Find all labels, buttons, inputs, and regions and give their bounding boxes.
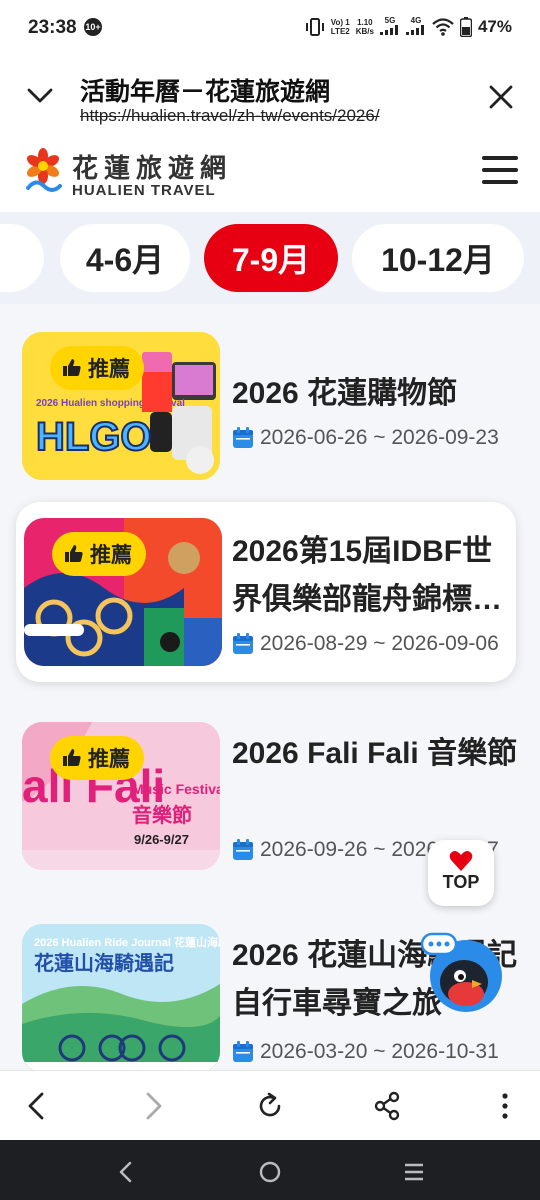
heart-icon bbox=[449, 851, 473, 871]
volte-indicator: Vo) 1 LTE2 bbox=[330, 17, 350, 36]
svg-text:HLGO: HLGO bbox=[36, 415, 152, 459]
wifi-icon bbox=[432, 17, 454, 36]
calendar-icon bbox=[233, 1041, 253, 1062]
page-url[interactable]: https://hualien.travel/zh-tw/events/2026… bbox=[80, 106, 380, 126]
site-name-zh[interactable]: 花蓮旅遊網 bbox=[72, 148, 232, 185]
battery-icon bbox=[459, 16, 472, 37]
hamburger-menu-icon[interactable] bbox=[482, 156, 518, 186]
system-nav-bar bbox=[0, 1140, 540, 1200]
event-title[interactable]: 2026第15屆IDBF世界俱樂部龍舟錦標… bbox=[232, 528, 512, 624]
svg-text:9/26-9/27: 9/26-9/27 bbox=[134, 832, 189, 847]
network-speed: 1.10 KB/s bbox=[355, 17, 374, 36]
site-header: 花蓮旅遊網 HUALIEN TRAVEL bbox=[0, 130, 540, 212]
calendar-icon bbox=[233, 839, 253, 860]
tab-10-12[interactable]: 10-12月 bbox=[352, 224, 524, 292]
status-bar: 23:38 10+ Vo) 1 LTE2 1.10 KB/s 5G 4G 47% bbox=[0, 0, 540, 58]
nav-home-icon[interactable] bbox=[258, 1160, 282, 1184]
quarter-tabs: 月 4-6月 7-9月 10-12月 bbox=[0, 212, 540, 304]
back-to-top-button[interactable]: TOP bbox=[428, 840, 494, 906]
page-title: 活動年曆－花蓮旅遊網 bbox=[80, 78, 331, 106]
thumb-caption: 2026 Hualien Ride Journal 花蓮山海騎遇記 bbox=[34, 935, 220, 949]
event-card[interactable]: 2026 Hualien shopping Festival HLGO 推薦 2… bbox=[0, 328, 540, 488]
signal-4g-icon: 4G bbox=[405, 16, 426, 37]
hualien-logo-icon[interactable] bbox=[22, 148, 64, 196]
thumbs-up-icon bbox=[65, 545, 83, 562]
event-thumbnail[interactable]: 推薦 bbox=[24, 518, 222, 666]
thumbs-up-icon bbox=[63, 749, 81, 766]
chevron-down-icon[interactable] bbox=[26, 84, 54, 106]
event-thumbnail[interactable]: 2026 Hualien Ride Journal 花蓮山海騎遇記 花蓮山海騎遇… bbox=[22, 924, 220, 1070]
chatbot-bird-icon[interactable] bbox=[420, 932, 504, 1016]
tab-1-3[interactable]: 月 bbox=[0, 224, 44, 292]
recommend-badge: 推薦 bbox=[50, 346, 144, 390]
signal-5g-icon: 5G bbox=[379, 16, 400, 37]
chevron-right-icon[interactable] bbox=[138, 1091, 168, 1121]
event-title[interactable]: 2026 Fali Fali 音樂節 bbox=[232, 730, 532, 778]
event-title[interactable]: 2026 花蓮購物節 bbox=[232, 370, 532, 418]
calendar-icon bbox=[233, 633, 253, 654]
status-time: 23:38 bbox=[28, 17, 77, 38]
close-icon[interactable] bbox=[488, 84, 514, 110]
chevron-left-icon[interactable] bbox=[22, 1091, 52, 1121]
recommend-badge: 推薦 bbox=[50, 736, 144, 780]
event-date: 2026-08-29 ~ 2026-09-06 bbox=[232, 632, 499, 656]
ride-journal-image: 2026 Hualien Ride Journal 花蓮山海騎遇記 花蓮山海騎遇… bbox=[22, 924, 220, 1070]
site-name-en[interactable]: HUALIEN TRAVEL bbox=[72, 182, 216, 199]
event-date: 2026-03-20 ~ 2026-10-31 bbox=[232, 1040, 499, 1064]
vibrate-icon bbox=[305, 17, 324, 36]
calendar-icon bbox=[233, 427, 253, 448]
more-vertical-icon[interactable] bbox=[490, 1091, 520, 1121]
thumbs-up-icon bbox=[63, 359, 81, 376]
nav-recents-icon[interactable] bbox=[402, 1160, 426, 1184]
notification-count-badge: 10+ bbox=[84, 18, 102, 36]
event-thumbnail[interactable]: ali Fali Music Festival 音樂節 9/26-9/27 音樂… bbox=[22, 722, 220, 870]
event-date: 2026-06-26 ~ 2026-09-23 bbox=[232, 426, 499, 450]
browser-title-bar: 活動年曆－花蓮旅遊網 https://hualien.travel/zh-tw/… bbox=[0, 58, 540, 130]
event-card[interactable]: 推薦 2026第15屆IDBF世界俱樂部龍舟錦標… 2026-08-29 ~ 2… bbox=[16, 502, 516, 682]
battery-percent: 47% bbox=[477, 16, 512, 36]
recommend-badge: 推薦 bbox=[52, 532, 146, 576]
nav-back-icon[interactable] bbox=[114, 1160, 138, 1184]
thumb-caption: Music Festival 音樂節 9/26-9/27 bbox=[132, 781, 220, 797]
svg-text:花蓮山海騎遇記: 花蓮山海騎遇記 bbox=[34, 951, 174, 975]
share-icon[interactable] bbox=[372, 1091, 402, 1121]
reload-icon[interactable] bbox=[255, 1091, 285, 1121]
svg-text:音樂節: 音樂節 bbox=[132, 803, 192, 827]
tab-7-9[interactable]: 7-9月 bbox=[204, 224, 338, 292]
tab-4-6[interactable]: 4-6月 bbox=[60, 224, 190, 292]
browser-toolbar bbox=[0, 1070, 540, 1140]
status-icons: Vo) 1 LTE2 1.10 KB/s 5G 4G 47% bbox=[305, 16, 512, 37]
event-thumbnail[interactable]: 2026 Hualien shopping Festival HLGO 推薦 bbox=[22, 332, 220, 480]
